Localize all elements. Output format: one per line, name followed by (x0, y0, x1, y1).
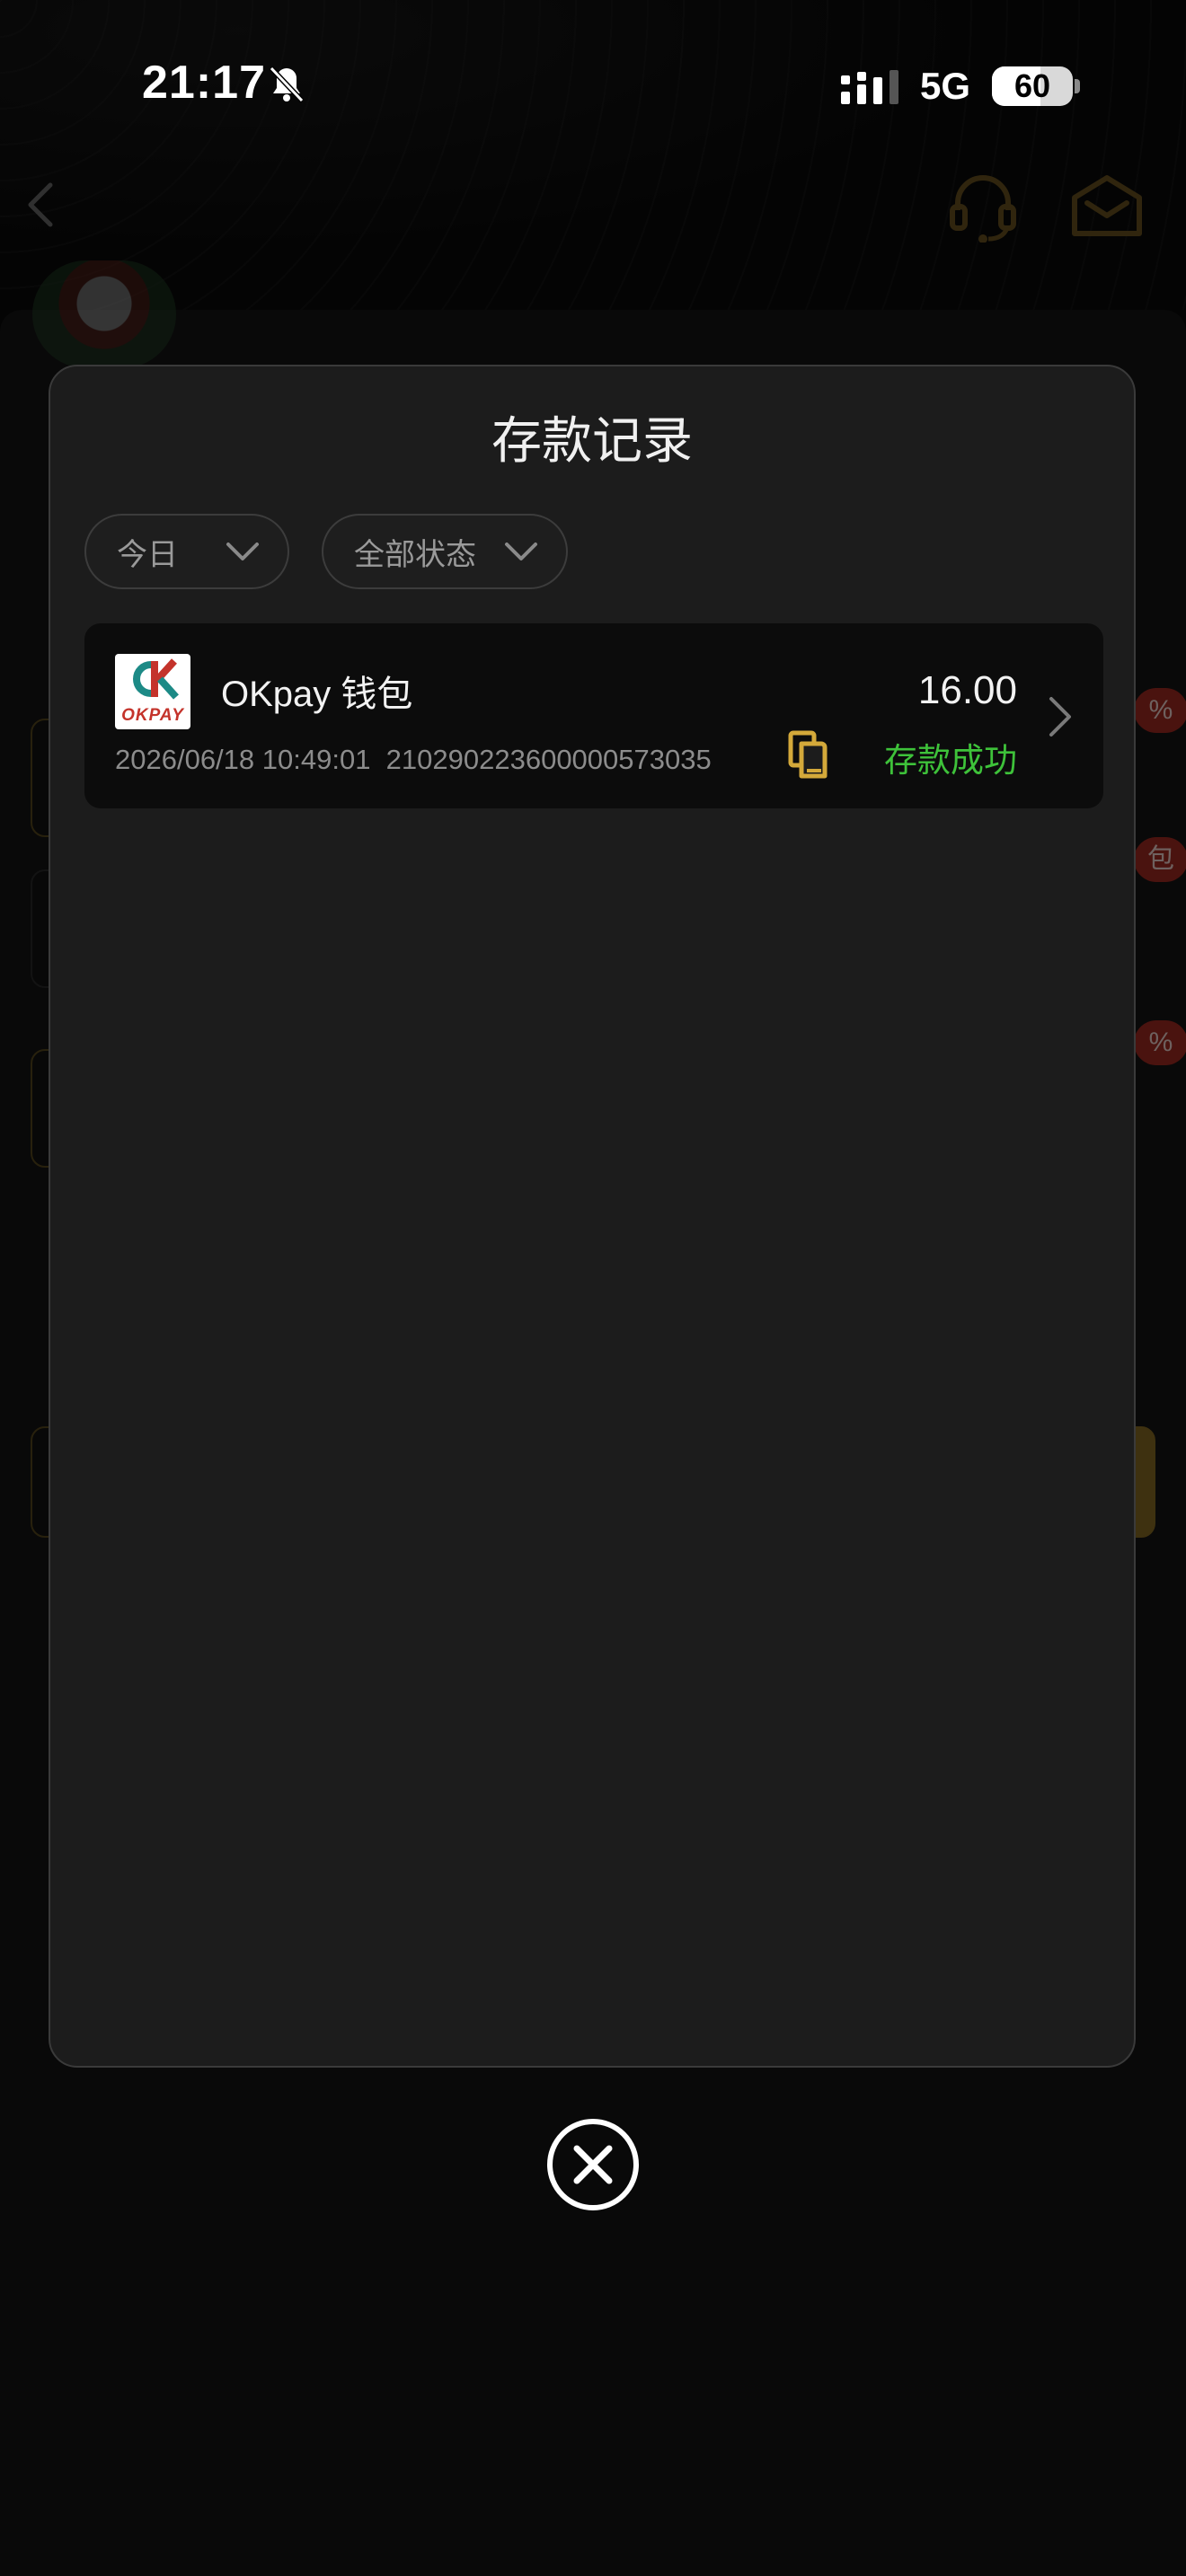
chevron-down-icon (226, 543, 259, 560)
deposit-record-item[interactable]: OKPAY OKpay 钱包 2026/06/18 10:49:01 21029… (84, 623, 1103, 808)
copy-icon[interactable] (787, 729, 828, 780)
status-time: 21:17 (142, 57, 266, 109)
date-filter-dropdown[interactable]: 今日 (84, 514, 289, 589)
battery-tip (1075, 79, 1080, 93)
status-filter-dropdown[interactable]: 全部状态 (322, 514, 568, 589)
record-status: 存款成功 (884, 742, 1017, 779)
record-meta: 2026/06/18 10:49:01 21029022360000057303… (115, 744, 712, 776)
bell-muted-icon (269, 66, 305, 103)
battery-level: 60 (1013, 67, 1051, 104)
close-icon[interactable] (546, 2118, 640, 2211)
logo-text: OKPAY (121, 706, 184, 725)
okpay-logo-mark (133, 658, 179, 700)
chevron-down-icon (505, 543, 537, 560)
okpay-logo: OKPAY (115, 654, 190, 729)
status-filter-label: 全部状态 (354, 537, 476, 572)
record-amount: 16.00 (917, 668, 1017, 712)
date-filter-label: 今日 (117, 537, 178, 572)
record-datetime: 2026/06/18 10:49:01 (115, 744, 371, 775)
modal-title: 存款记录 (491, 412, 693, 469)
chevron-right-icon (1049, 697, 1071, 737)
record-order-id: 210290223600000573035 (385, 744, 712, 775)
network-label: 5G (920, 65, 971, 107)
signal-icon (841, 70, 898, 104)
battery-indicator: 60 (992, 66, 1073, 106)
record-wallet-name: OKpay 钱包 (221, 675, 413, 714)
deposit-records-modal: 存款记录 今日 全部状态 OKPAY OKpay 钱包 2026/06/18 1… (49, 365, 1136, 2068)
